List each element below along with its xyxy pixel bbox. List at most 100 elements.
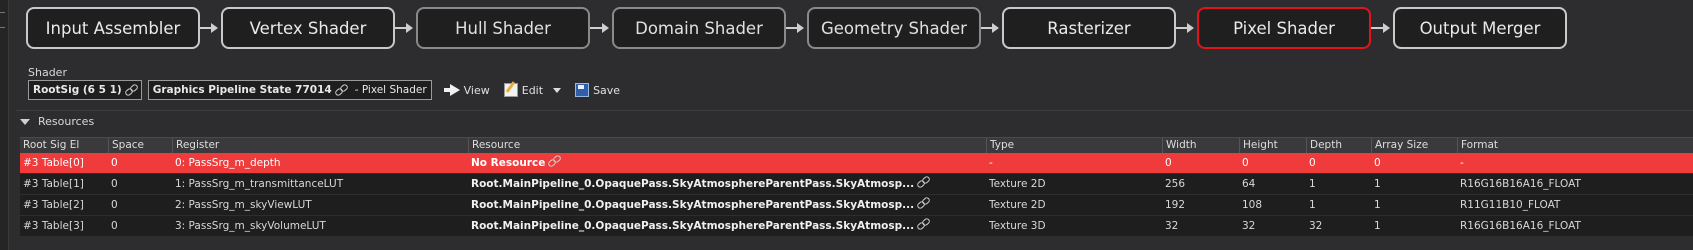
column-header-format[interactable]: Format <box>1457 138 1693 153</box>
stage-hull-shader[interactable]: Hull Shader <box>416 7 590 49</box>
resource-text: Root.MainPipeline_0.OpaquePass.SkyAtmosp… <box>471 220 915 232</box>
cell-resource[interactable]: Root.MainPipeline_0.OpaquePass.SkyAtmosp… <box>468 174 986 194</box>
table-row[interactable]: #3 Table[1] 0 1: PassSrg_m_transmittanceLU… <box>20 174 1693 195</box>
column-header-width[interactable]: Width <box>1162 138 1239 153</box>
cell-height: 108 <box>1239 195 1306 215</box>
stage-domain-shader[interactable]: Domain Shader <box>612 7 786 49</box>
cell-resource[interactable]: Root.MainPipeline_0.OpaquePass.SkyAtmosp… <box>468 216 986 236</box>
width-text: 256 <box>1165 178 1186 190</box>
table-header: Root Sig El Space Register Resource Type Widt… <box>20 137 1693 153</box>
height-text: 64 <box>1242 178 1256 190</box>
cell-depth: 1 <box>1306 174 1371 194</box>
collapse-triangle-icon[interactable] <box>20 118 30 125</box>
column-header-register[interactable]: Register <box>172 138 468 153</box>
table-row[interactable]: #3 Table[0] 0 0: PassSrg_m_depth No Resourc… <box>20 153 1693 174</box>
view-label: View <box>463 83 490 97</box>
cell-format: R16G16B16A16_FLOAT <box>1457 216 1693 236</box>
resource-text: Root.MainPipeline_0.OpaquePass.SkyAtmosp… <box>471 178 915 190</box>
cell-width: 256 <box>1162 174 1239 194</box>
section-divider <box>16 110 1693 111</box>
column-header-type[interactable]: Type <box>986 138 1162 153</box>
cell-space: 0 <box>108 216 172 236</box>
cell-resource[interactable]: No Resource <box>468 153 986 173</box>
column-header-height[interactable]: Height <box>1239 138 1306 153</box>
cell-format: R11G11B10_FLOAT <box>1457 195 1693 215</box>
cell-depth: 0 <box>1306 153 1371 173</box>
cell-register: 2: PassSrg_m_skyViewLUT <box>172 195 468 215</box>
save-button[interactable]: Save <box>571 80 624 100</box>
array-size-text: 0 <box>1374 157 1381 169</box>
array-size-text: 1 <box>1374 220 1381 232</box>
pipeline-arrow-icon <box>981 23 999 33</box>
resources-section-toggle[interactable]: Resources <box>20 115 94 128</box>
type-text: Texture 2D <box>989 199 1046 211</box>
cell-space: 0 <box>108 195 172 215</box>
stage-geometry-shader[interactable]: Geometry Shader <box>807 7 981 49</box>
pipeline-state-chip[interactable]: Graphics Pipeline State 77014 - Pixel Sh… <box>147 80 432 100</box>
register-text: 0: PassSrg_m_depth <box>175 157 281 169</box>
link-icon[interactable] <box>548 156 560 166</box>
gutter-marker-icon <box>0 12 5 28</box>
width-text: 192 <box>1165 199 1186 211</box>
format-text: R11G11B10_FLOAT <box>1460 199 1561 211</box>
stage-pixel-shader[interactable]: Pixel Shader <box>1197 7 1371 49</box>
cell-register: 3: PassSrg_m_skyVolumeLUT <box>172 216 468 236</box>
link-icon[interactable] <box>917 198 929 208</box>
shader-section-label: Shader <box>28 66 67 79</box>
cell-height: 32 <box>1239 216 1306 236</box>
height-text: 108 <box>1242 199 1263 211</box>
root-sig-el-text: #3 Table[3] <box>23 220 84 232</box>
table-body: #3 Table[0] 0 0: PassSrg_m_depth No Resourc… <box>20 153 1693 237</box>
cell-format: R16G16B16A16_FLOAT <box>1457 174 1693 194</box>
column-header-depth[interactable]: Depth <box>1306 138 1371 153</box>
column-header-root-sig-el[interactable]: Root Sig El <box>20 138 108 153</box>
root-signature-chip[interactable]: RootSig (6 5 1) <box>28 80 142 100</box>
edit-button[interactable]: Edit <box>500 80 565 100</box>
cell-register: 1: PassSrg_m_transmittanceLUT <box>172 174 468 194</box>
depth-text: 0 <box>1309 157 1316 169</box>
stage-output-merger[interactable]: Output Merger <box>1393 7 1567 49</box>
table-row[interactable]: #3 Table[3] 0 3: PassSrg_m_skyVolumeLUT Roo… <box>20 216 1693 237</box>
link-icon[interactable] <box>917 219 929 229</box>
root-sig-el-text: #3 Table[2] <box>23 199 84 211</box>
edit-label: Edit <box>521 83 544 97</box>
height-text: 0 <box>1242 157 1249 169</box>
column-header-array-size[interactable]: Array Size <box>1371 138 1457 153</box>
dropdown-arrow-icon[interactable] <box>553 87 562 93</box>
width-text: 32 <box>1165 220 1179 232</box>
link-icon[interactable] <box>335 85 347 95</box>
space-text: 0 <box>111 157 118 169</box>
cell-type: - <box>986 153 1162 173</box>
cell-array-size: 1 <box>1371 174 1457 194</box>
cell-resource[interactable]: Root.MainPipeline_0.OpaquePass.SkyAtmosp… <box>468 195 986 215</box>
root-signature-label: RootSig (6 5 1) <box>33 84 122 96</box>
cell-height: 64 <box>1239 174 1306 194</box>
pipeline-state-label: Graphics Pipeline State 77014 <box>152 84 332 96</box>
shader-toolbar: RootSig (6 5 1) Graphics Pipeline State … <box>28 79 624 101</box>
resources-section-label: Resources <box>38 115 95 128</box>
pipeline-arrow-icon <box>200 23 218 33</box>
root-sig-el-text: #3 Table[1] <box>23 178 84 190</box>
stage-vertex-shader[interactable]: Vertex Shader <box>221 7 395 49</box>
cell-depth: 32 <box>1306 216 1371 236</box>
table-row[interactable]: #3 Table[2] 0 2: PassSrg_m_skyViewLUT Root.… <box>20 195 1693 216</box>
resource-text: No Resource <box>471 157 546 169</box>
column-header-space[interactable]: Space <box>108 138 172 153</box>
column-header-resource[interactable]: Resource <box>468 138 986 153</box>
register-text: 3: PassSrg_m_skyVolumeLUT <box>175 220 326 232</box>
link-icon[interactable] <box>917 177 929 187</box>
link-icon[interactable] <box>125 85 137 95</box>
stage-input-assembler[interactable]: Input Assembler <box>26 7 200 49</box>
stage-rasterizer[interactable]: Rasterizer <box>1002 7 1176 49</box>
pipeline-state-suffix: - Pixel Shader <box>354 84 427 96</box>
array-size-text: 1 <box>1374 178 1381 190</box>
format-text: R16G16B16A16_FLOAT <box>1460 178 1581 190</box>
resources-table: Root Sig El Space Register Resource Type Widt… <box>20 137 1693 237</box>
register-text: 2: PassSrg_m_skyViewLUT <box>175 199 312 211</box>
cell-root-sig-el: #3 Table[0] <box>20 153 108 173</box>
cell-array-size: 1 <box>1371 216 1457 236</box>
pipeline-arrow-icon <box>1371 23 1390 33</box>
cell-type: Texture 2D <box>986 195 1162 215</box>
cell-depth: 1 <box>1306 195 1371 215</box>
view-button[interactable]: View <box>438 80 494 100</box>
